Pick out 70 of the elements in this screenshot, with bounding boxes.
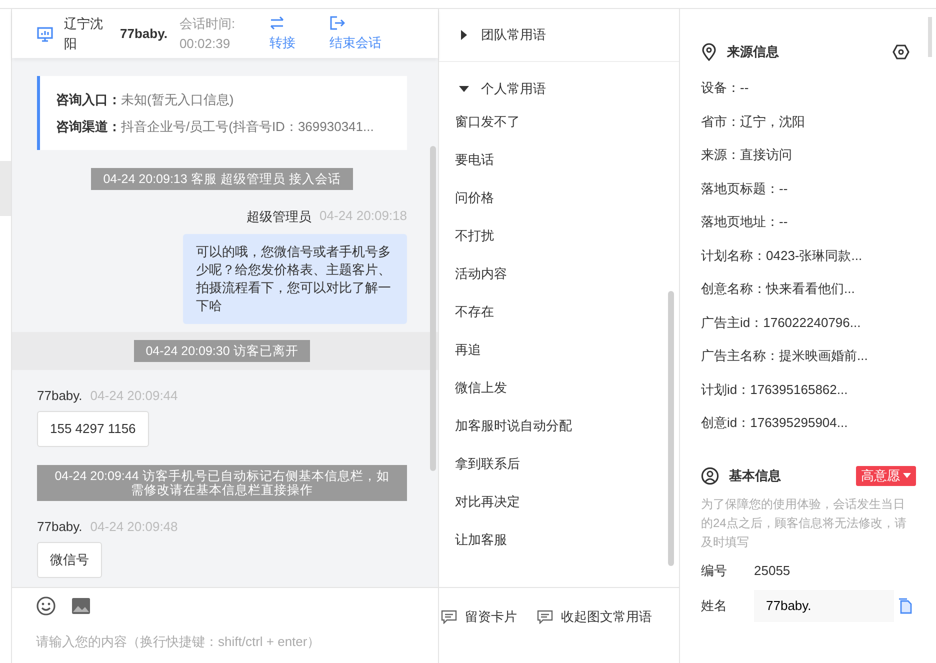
phrase-item[interactable]: 加客服时说自动分配 xyxy=(439,407,588,445)
source-info-row-text: 创意名称：快来看看他们... xyxy=(701,280,856,298)
source-info-row-text: 设备：-- xyxy=(701,79,750,97)
source-info-row-text: 计划id：176395165862... xyxy=(701,380,849,398)
phrase-item[interactable]: 问价格 xyxy=(439,179,510,217)
field-value: 25055 xyxy=(754,563,790,578)
field-label: 编号 xyxy=(701,562,728,580)
section-title: 基本信息 xyxy=(729,466,781,484)
emoji-icon[interactable] xyxy=(36,596,56,616)
source-info-row-text: 省市：辽宁，沈阳 xyxy=(701,112,806,130)
phrase-footer-button[interactable]: 留资卡片 xyxy=(441,608,517,626)
caret-icon xyxy=(459,84,469,94)
phrase-item[interactable]: 让加客服 xyxy=(439,521,523,559)
phrase-item[interactable]: 不存在 xyxy=(439,293,510,331)
message-time: 04-24 20:09:44 xyxy=(90,388,178,403)
intent-dropdown[interactable]: 高意愿 xyxy=(856,466,916,486)
sender-name: 77baby. xyxy=(37,388,82,403)
sender-name: 77baby. xyxy=(37,519,82,534)
message-bubble: 微信号 xyxy=(37,542,102,578)
notice-text: 为了保障您的使用体验，会话发生当日的24点之后，顾客信息将无法修改，请及时填写 xyxy=(701,496,908,550)
caret-icon xyxy=(459,30,469,40)
location-pin-icon xyxy=(701,43,717,61)
name-input[interactable]: 77baby. xyxy=(754,590,894,622)
visitor-location: 辽宁沈阳 xyxy=(64,14,104,52)
system-message: 04-24 20:09:13 客服 超级管理员 接入会话 xyxy=(91,168,353,190)
system-message: 04-24 20:09:30 访客已离开 xyxy=(134,340,310,362)
caret-icon xyxy=(903,472,911,478)
phrase-group-header[interactable]: 个人常用语 xyxy=(439,74,566,103)
image-icon[interactable] xyxy=(71,597,91,615)
scrollbar[interactable] xyxy=(430,146,436,471)
exit-icon xyxy=(329,16,346,30)
phrase-item[interactable]: 窗口发不了 xyxy=(439,103,536,141)
scrollbar[interactable] xyxy=(928,17,932,57)
message-time: 04-24 20:09:18 xyxy=(320,208,407,225)
phrase-group-header[interactable]: 团队常用语 xyxy=(439,9,679,62)
duration-label: 会话时间: xyxy=(179,14,236,32)
field-label: 姓名 xyxy=(701,596,728,614)
source-info-row-text: 创意id：176395295904... xyxy=(701,414,849,432)
source-info-row-text: 落地页标题：-- xyxy=(701,180,789,198)
sender-name: 超级管理员 xyxy=(246,208,312,226)
source-card-row-text: 咨询渠道：抖音企业号/员工号(抖音号ID：369930341... xyxy=(56,118,375,136)
source-info-row-text: 广告主名称：提米映画婚前... xyxy=(701,347,869,365)
phrase-item[interactable]: 活动内容 xyxy=(439,255,523,293)
message-time: 04-24 20:09:48 xyxy=(90,519,178,534)
source-card-row-text: 咨询入口：未知(暂无入口信息) xyxy=(56,91,235,109)
phrase-item[interactable]: 拿到联系后 xyxy=(439,445,536,483)
system-message: 04-24 20:09:44 访客手机号已自动标记右侧基本信息栏，如需修改请在基本信息栏直接操作 xyxy=(37,465,407,501)
message-bubble: 155 4297 1156 xyxy=(37,411,149,447)
message-icon xyxy=(441,610,457,624)
duration-value: 00:02:39 xyxy=(179,34,232,52)
phrase-item[interactable]: 微信上发 xyxy=(439,369,523,407)
section-title: 来源信息 xyxy=(727,43,779,61)
phrase-footer-button[interactable]: 收起图文常用语 xyxy=(537,608,652,626)
source-info-row-text: 计划名称：0423-张琳同款... xyxy=(701,246,864,264)
phrase-item[interactable]: 对比再决定 xyxy=(439,483,536,521)
phrase-item[interactable]: 要电话 xyxy=(439,141,510,179)
phrase-item[interactable]: 不打扰 xyxy=(439,217,510,255)
settings-icon[interactable] xyxy=(892,44,910,60)
message-icon xyxy=(537,610,553,624)
visitor-name: 77baby. xyxy=(120,26,168,41)
source-info-row-text: 广告主id：176022240796... xyxy=(701,314,862,332)
copy-icon[interactable] xyxy=(898,598,912,614)
message-bubble: 可以的哦，您微信号或者手机号多少呢？给您发价格表、主题客片、拍摄流程看下，您可以对比了解一下哈 xyxy=(183,234,407,324)
source-info-row-text: 来源：直接访问 xyxy=(701,146,793,164)
source-info-row-text: 落地页地址：-- xyxy=(701,213,789,231)
phrase-item[interactable]: 再追 xyxy=(439,331,497,369)
monitor-icon xyxy=(36,24,54,42)
scrollbar[interactable] xyxy=(668,291,674,566)
swap-arrows-icon xyxy=(269,16,286,30)
user-icon xyxy=(701,466,719,484)
